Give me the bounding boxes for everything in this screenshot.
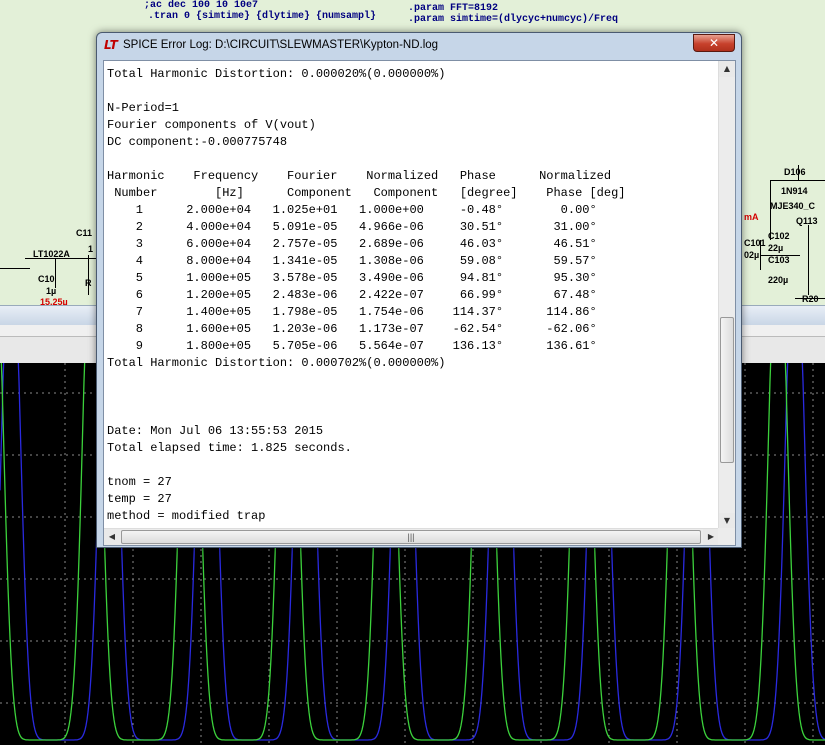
log-line: N-Period=1 — [107, 101, 180, 115]
horizontal-scrollbar[interactable]: ◀ ||| ▶ — [104, 528, 719, 545]
log-text-area[interactable]: Total Harmonic Distortion: 0.000020%(0.0… — [103, 60, 736, 546]
log-line: 7 1.400e+05 1.798e-05 1.754e-06 114.37° … — [107, 305, 597, 319]
component-label-c11[interactable]: C11 — [76, 228, 92, 238]
ltspice-logo-icon: LT — [104, 38, 118, 52]
log-line: tnom = 27 — [107, 475, 172, 489]
component-label-c102[interactable]: C102 — [768, 231, 790, 241]
component-value-1[interactable]: 1 — [88, 244, 93, 254]
log-line: Total Harmonic Distortion: 0.000702%(0.0… — [107, 356, 446, 370]
component-label-c103[interactable]: C103 — [768, 255, 790, 265]
current-annotation: mA — [744, 212, 759, 222]
component-value-c103[interactable]: 220µ — [768, 275, 788, 285]
log-line: temp = 27 — [107, 492, 172, 506]
log-text[interactable]: Total Harmonic Distortion: 0.000020%(0.0… — [107, 66, 719, 524]
component-value-c102[interactable]: 22µ — [768, 243, 783, 253]
log-line: Harmonic Frequency Fourier Normalized Ph… — [107, 169, 612, 183]
wire — [798, 165, 799, 181]
log-line: 1 2.000e+04 1.025e+01 1.000e+00 -0.48° 0… — [107, 203, 597, 217]
wire — [0, 268, 30, 269]
component-label-c10[interactable]: C10 — [38, 274, 55, 284]
component-value-c101[interactable]: 02µ — [744, 250, 759, 260]
component-label-q113[interactable]: Q113 — [796, 216, 818, 226]
size-grip — [718, 528, 735, 545]
close-button[interactable]: ✕ — [693, 34, 735, 52]
wire — [795, 298, 825, 299]
log-line: 4 8.000e+04 1.341e-05 1.308e-06 59.08° 5… — [107, 254, 597, 268]
log-line: DC component:-0.000775748 — [107, 135, 288, 149]
spice-directive-tran[interactable]: .tran 0 {simtime} {dlytime} {numsampl} — [148, 11, 376, 22]
log-line: Total Harmonic Distortion: 0.000020%(0.0… — [107, 67, 446, 81]
log-line: 9 1.800e+05 5.705e-06 5.564e-07 136.13° … — [107, 339, 597, 353]
log-line: 3 6.000e+04 2.757e-05 2.689e-06 46.03° 4… — [107, 237, 597, 251]
wire — [88, 255, 89, 295]
log-line: Number [Hz] Component Component [degree]… — [107, 186, 626, 200]
log-line: 2 4.000e+04 5.091e-05 4.966e-06 30.51° 3… — [107, 220, 597, 234]
scroll-left-arrow-icon[interactable]: ◀ — [104, 529, 120, 545]
scroll-grip-icon: ||| — [407, 532, 415, 542]
scroll-down-arrow-icon[interactable]: ▼ — [719, 513, 735, 529]
component-label-d106[interactable]: D106 — [784, 167, 806, 177]
wire — [808, 225, 809, 295]
dialog-titlebar[interactable]: LT SPICE Error Log: D:\CIRCUIT\SLEWMASTE… — [97, 33, 741, 59]
log-line: Total elapsed time: 1.825 seconds. — [107, 441, 352, 455]
log-line: method = modified trap — [107, 509, 266, 523]
dialog-title: SPICE Error Log: D:\CIRCUIT\SLEWMASTER\K… — [123, 39, 439, 51]
spice-directive-ac[interactable]: ;ac dec 100 10 10e7 — [144, 0, 258, 11]
log-line: Fourier components of V(vout) — [107, 118, 316, 132]
spice-directive-fft[interactable]: .param FFT=8192 — [408, 3, 498, 14]
spice-directive-simtime[interactable]: .param simtime=(dlycyc+numcyc)/Freq — [408, 14, 618, 25]
spice-error-log-dialog[interactable]: LT SPICE Error Log: D:\CIRCUIT\SLEWMASTE… — [96, 32, 742, 548]
component-label-c101[interactable]: C101 — [744, 238, 766, 248]
component-value-mje340[interactable]: MJE340_C — [770, 201, 815, 211]
vertical-scroll-thumb[interactable] — [720, 317, 734, 463]
time-annotation: 15.25µ — [40, 297, 68, 305]
wire — [55, 258, 56, 288]
horizontal-scroll-thumb[interactable]: ||| — [121, 530, 701, 544]
scroll-right-arrow-icon[interactable]: ▶ — [703, 529, 719, 545]
component-value-1n914[interactable]: 1N914 — [781, 186, 808, 196]
log-line: 5 1.000e+05 3.578e-05 3.490e-06 94.81° 9… — [107, 271, 597, 285]
wire — [760, 255, 800, 256]
vertical-scrollbar[interactable]: ▲ ▼ — [718, 61, 735, 529]
log-line: Date: Mon Jul 06 13:55:53 2015 — [107, 424, 324, 438]
log-line: 8 1.600e+05 1.203e-06 1.173e-07 -62.54° … — [107, 322, 597, 336]
log-line: 6 1.200e+05 2.483e-06 2.422e-07 66.99° 6… — [107, 288, 597, 302]
scroll-up-arrow-icon[interactable]: ▲ — [719, 61, 735, 77]
component-label-r20[interactable]: R20 — [802, 294, 819, 304]
wire — [770, 180, 771, 240]
wire — [760, 240, 761, 270]
